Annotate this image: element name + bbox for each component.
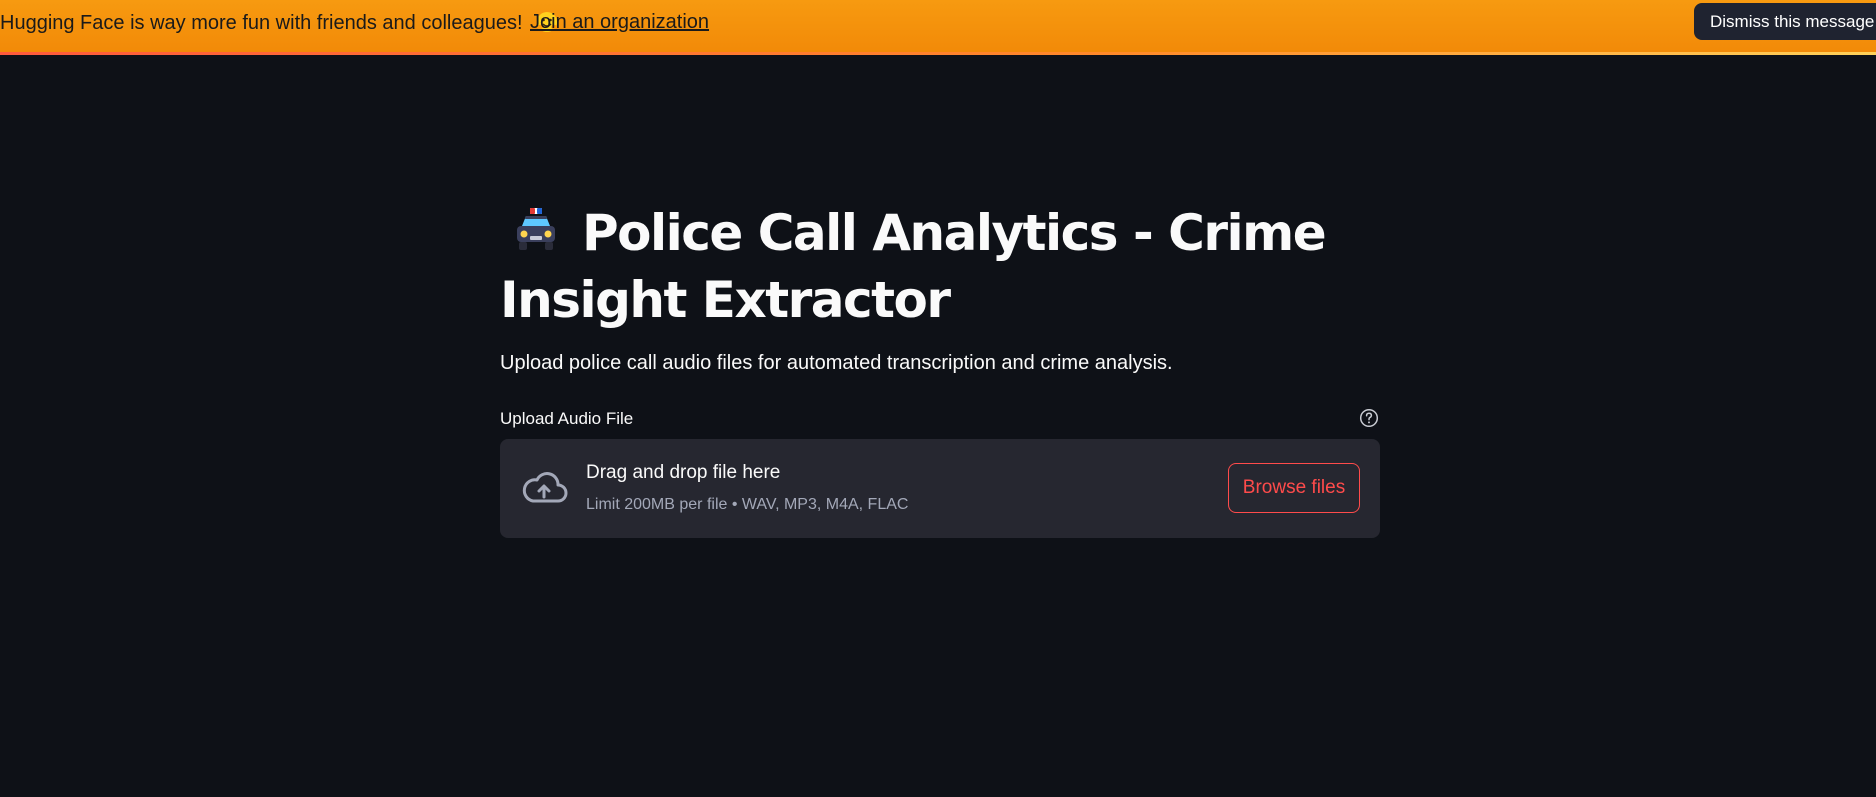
question-circle-icon[interactable]	[1359, 408, 1379, 428]
dismiss-message-button[interactable]: Dismiss this message	[1694, 3, 1876, 40]
file-dropzone[interactable]: Drag and drop file here Limit 200MB per …	[500, 439, 1380, 538]
police-car-icon	[517, 208, 555, 250]
join-organization-link[interactable]: Join an organization	[530, 11, 709, 34]
banner-message: Hugging Face is way more fun with friend…	[0, 12, 523, 34]
dropzone-instructions: Drag and drop file here	[586, 462, 781, 483]
page-subtitle: Upload police call audio files for autom…	[500, 352, 1173, 374]
file-limit-text: Limit 200MB per file • WAV, MP3, M4A, FL…	[586, 496, 909, 513]
page-title-text: Police Call Analytics - Crime Insight Ex…	[500, 204, 1327, 329]
upload-label: Upload Audio File	[500, 409, 634, 428]
cloud-upload-icon	[522, 472, 568, 503]
announcement-banner: Hugging Face is way more fun with friend…	[0, 0, 1876, 55]
page-title: Police Call Analytics - Crime Insight Ex…	[500, 200, 1380, 334]
banner-message-row: Hugging Face is way more fun with friend…	[0, 11, 558, 35]
main-content: Police Call Analytics - Crime Insight Ex…	[500, 200, 1380, 538]
browse-files-button[interactable]: Browse files	[1228, 463, 1360, 513]
